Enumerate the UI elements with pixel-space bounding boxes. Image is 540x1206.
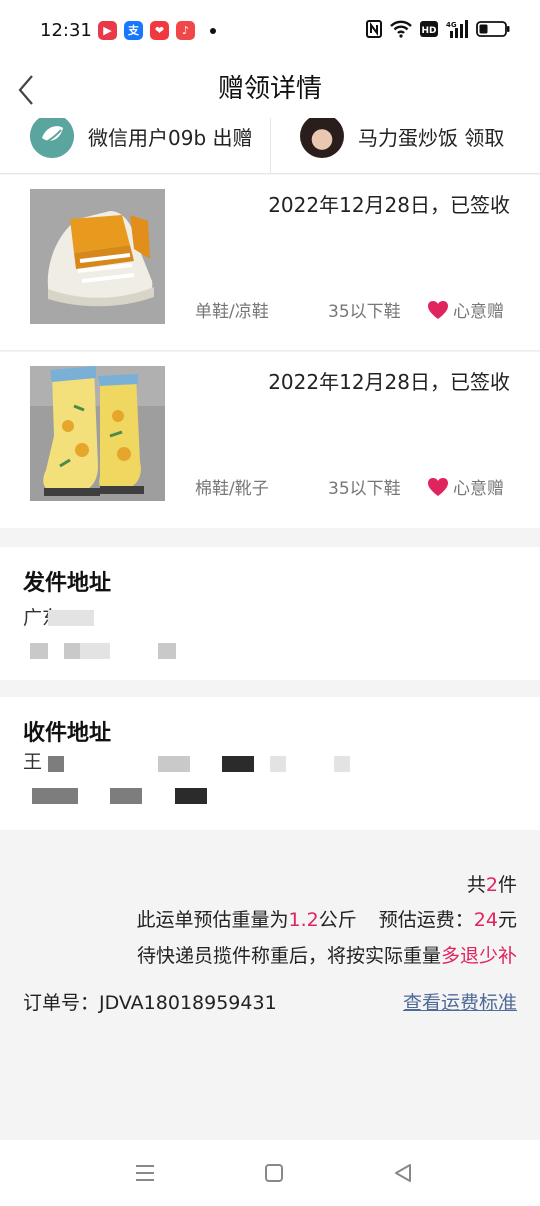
receiver-avatar xyxy=(300,118,344,158)
item-size: 35以下鞋 xyxy=(328,479,401,499)
item-photo-canvas-shoe xyxy=(30,189,165,324)
status-bar: 12:31 ▶ 支 ❤ ♪ HD 4G xyxy=(0,0,540,62)
redaction-block xyxy=(175,788,207,804)
battery-icon xyxy=(476,21,510,37)
wifi-icon xyxy=(390,20,412,38)
gift-item[interactable]: 2022年12月28日，已签收 单鞋/凉鞋 35以下鞋 心意赠 xyxy=(0,175,540,351)
heart-app-icon: ❤ xyxy=(150,21,169,40)
redaction-block xyxy=(158,756,190,772)
alipay-icon: 支 xyxy=(124,21,143,40)
giver-name: 微信用户09b 出赠 xyxy=(88,125,253,150)
fee-prefix: 预估运费： xyxy=(378,909,474,931)
note-text: 待快递员揽件称重后，将按实际重量 xyxy=(136,945,441,967)
giver-info[interactable]: 微信用户09b 出赠 xyxy=(30,118,253,158)
item-gift-type: 心意赠 xyxy=(427,297,504,322)
music-app-icon: ♪ xyxy=(176,21,195,40)
redaction-block xyxy=(48,610,94,626)
youtube-like-app-icon: ▶ xyxy=(98,21,117,40)
receiver-address-line: 王 xyxy=(23,751,43,773)
item-date: 2022年12月28日，已签收 xyxy=(268,193,510,217)
page-title: 赠领详情 xyxy=(217,74,322,104)
header: 赠领详情 xyxy=(0,62,540,120)
heart-icon xyxy=(428,477,448,496)
item-count: 共2件 xyxy=(467,870,517,897)
menu-icon[interactable] xyxy=(132,1160,158,1186)
count-value: 2 xyxy=(485,874,498,896)
weight-prefix: 此运单预估重量为 xyxy=(136,909,289,931)
receiver-name: 马力蛋炒饭 领取 xyxy=(358,125,505,150)
item-category: 棉鞋/靴子 xyxy=(195,479,269,499)
item-date: 2022年12月28日，已签收 xyxy=(268,370,510,394)
fee-value: 24 xyxy=(473,909,498,931)
redaction-block xyxy=(270,756,286,772)
weight-unit: 公斤 xyxy=(318,909,357,931)
redaction-block xyxy=(110,788,142,804)
fee-unit: 元 xyxy=(497,909,517,931)
more-notifications-dot xyxy=(210,27,216,34)
redaction-block xyxy=(32,788,78,804)
status-time: 12:31 xyxy=(40,20,92,41)
redaction-block xyxy=(222,756,254,772)
count-prefix: 共 xyxy=(466,874,486,896)
gift-item[interactable]: 2022年12月28日，已签收 棉鞋/靴子 35以下鞋 心意赠 xyxy=(0,352,540,528)
order-number: 订单号：JDVA18018959431 xyxy=(23,992,277,1014)
item-photo-rain-boots xyxy=(30,366,165,501)
system-icons: HD 4G xyxy=(366,20,510,38)
heart-icon xyxy=(428,300,448,319)
receiver-address-card: 收件地址 王 xyxy=(0,697,540,830)
redaction-block xyxy=(80,643,110,659)
redaction-block xyxy=(64,643,80,659)
note-highlight: 多退少补 xyxy=(440,945,517,967)
home-square-icon[interactable] xyxy=(261,1160,287,1186)
item-category: 单鞋/凉鞋 xyxy=(195,302,269,322)
redaction-block xyxy=(30,643,48,659)
weight-fee-line: 此运单预估重量为1.2公斤 预估运费：24元 xyxy=(137,905,517,932)
receiver-address-title: 收件地址 xyxy=(23,721,112,746)
signal-4g-icon: 4G xyxy=(446,20,468,38)
gift-users-row: 微信用户09b 出赠 马力蛋炒饭 领取 xyxy=(0,118,540,174)
divider xyxy=(270,118,271,173)
sender-address-card: 发件地址 广东 xyxy=(0,547,540,680)
redaction-block xyxy=(158,643,176,659)
item-gift-type: 心意赠 xyxy=(427,474,504,499)
svg-text:HD: HD xyxy=(421,26,436,36)
gift-type-label: 心意赠 xyxy=(453,479,504,499)
redaction-block xyxy=(48,756,64,772)
receiver-info[interactable]: 马力蛋炒饭 领取 xyxy=(300,118,504,158)
redaction-block xyxy=(334,756,350,772)
fee-standard-link[interactable]: 查看运费标准 xyxy=(403,988,517,1015)
sender-address-title: 发件地址 xyxy=(23,571,112,596)
weight-value: 1.2 xyxy=(288,909,319,931)
hd-icon: HD xyxy=(420,21,438,37)
count-suffix: 件 xyxy=(497,874,517,896)
gift-type-label: 心意赠 xyxy=(453,302,504,322)
notification-icons: ▶ 支 ❤ ♪ xyxy=(98,21,216,40)
nfc-icon xyxy=(366,20,382,38)
item-size: 35以下鞋 xyxy=(328,302,401,322)
back-triangle-icon[interactable] xyxy=(390,1160,416,1186)
giver-avatar xyxy=(30,118,74,158)
weight-note: 待快递员揽件称重后，将按实际重量多退少补 xyxy=(137,941,517,968)
svg-text:4G: 4G xyxy=(446,21,457,29)
system-nav-bar xyxy=(0,1140,540,1206)
